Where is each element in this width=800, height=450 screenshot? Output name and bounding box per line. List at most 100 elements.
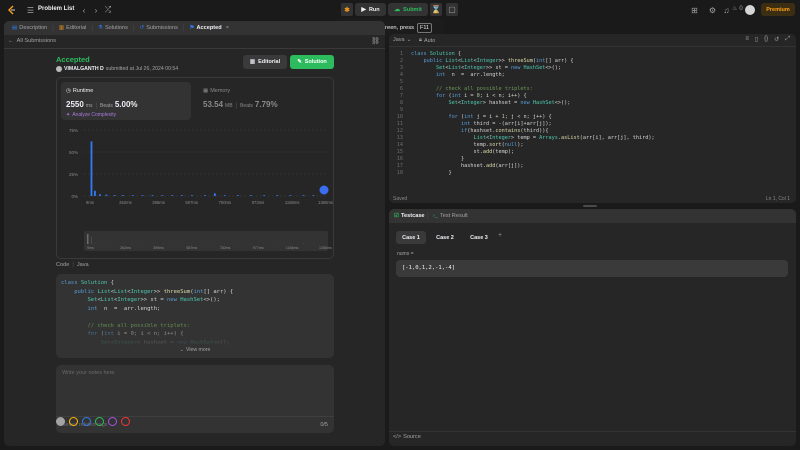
leetcode-logo[interactable] (7, 5, 16, 15)
add-case-button[interactable]: + (498, 232, 502, 239)
tab-test-result[interactable]: ›_ Test Result (433, 213, 468, 219)
tab-solutions[interactable]: ⚗ Solutions (95, 21, 131, 35)
settings-icon[interactable]: ⚙ (708, 5, 717, 15)
code-line[interactable]: 1 class Solution { (389, 51, 796, 58)
format-icon[interactable]: ≡ (745, 36, 749, 43)
tab-editorial[interactable]: ▥ Editorial (56, 21, 90, 35)
code-line[interactable]: 5 (389, 79, 796, 86)
x-tick-label: 1360ms (318, 200, 333, 205)
expand-icon[interactable]: ⤢ (785, 36, 790, 43)
memory-label[interactable]: ▦ Memory (203, 88, 230, 94)
chevron-right-icon[interactable]: › (92, 5, 100, 15)
chevron-left-icon[interactable]: ‹ (80, 5, 88, 15)
bookmark-icon[interactable]: ▯ (755, 36, 758, 43)
tab-testcase[interactable]: ☑ Testcase (394, 213, 425, 219)
mini-bar (122, 243, 124, 244)
code-line[interactable]: 9 (389, 107, 796, 114)
chart-bar (190, 195, 193, 196)
editor-status-right: Ln 1, Col 1 (765, 196, 790, 202)
code-line[interactable]: 3 Set<List<Integer>> st = new HashSet<>(… (389, 65, 796, 72)
color-dot[interactable] (82, 417, 91, 426)
notification-icon[interactable]: ♫ (722, 5, 731, 15)
mini-bar (224, 243, 226, 244)
view-more-button[interactable]: ⌄ View more (56, 347, 334, 353)
tab-description[interactable]: ▤ Description (9, 21, 50, 35)
panel-resize-handle[interactable] (583, 205, 597, 207)
x-tick-label: 9ms (86, 200, 94, 205)
tab-submissions[interactable]: ↺ Submissions (137, 21, 181, 35)
code-line[interactable]: 2 public List<List<Integer>> threeSum(in… (389, 58, 796, 65)
layout-icon[interactable]: ⊞ (690, 5, 699, 15)
play-icon: ▶ (361, 7, 366, 13)
language-select[interactable]: Java ⌄ (393, 37, 411, 43)
param-input[interactable]: [-1,0,1,2,-1,-4] (396, 260, 788, 277)
case-3-tab[interactable]: Case 3 (464, 231, 494, 244)
top-bar: ☰ Problem List ‹ › ⤮ ✱ ▶ Run ☁ Submit ⌛ … (0, 0, 800, 20)
code-editor[interactable]: 1 class Solution {2 public List<List<Inte… (389, 51, 796, 177)
key-badge: F11 (417, 23, 433, 33)
auto-mode[interactable]: 🔒︎ Auto (419, 37, 435, 44)
editorial-button[interactable]: ▥ Editorial (243, 55, 287, 69)
code-line[interactable]: 7 for (int i = 0; i < n; i++) { (389, 93, 796, 100)
submit-button[interactable]: ☁ Submit (388, 3, 428, 16)
color-dot[interactable] (108, 417, 117, 426)
braces-icon[interactable]: {} (764, 36, 768, 43)
color-dot[interactable] (69, 417, 78, 426)
code-line[interactable]: 14 temp.sort(null); (389, 142, 796, 149)
memory-value: 53.54 MB | Beats 7.79% (203, 100, 278, 109)
streak-counter[interactable]: ♨ 0 (732, 5, 743, 13)
runtime-distribution-chart[interactable]: 75% 50% 25% 0% 9ms 252ms 395ms 507ms 700ms 973ms 1… (56, 125, 334, 257)
run-button[interactable]: ▶ Run (355, 3, 386, 16)
line-number: 17 (396, 163, 403, 169)
mini-bar (289, 243, 291, 244)
mini-bar (94, 243, 96, 244)
color-dot[interactable] (95, 417, 104, 426)
code-line[interactable]: 18 } (389, 170, 796, 177)
avatar[interactable] (745, 5, 755, 15)
shuffle-icon[interactable]: ⤮ (104, 5, 112, 15)
notes-textarea[interactable]: Write your notes here (62, 370, 326, 414)
case-2-tab[interactable]: Case 2 (430, 231, 460, 244)
analyze-complexity-link[interactable]: ✦ Analyze Complexity (66, 112, 116, 118)
mini-bar (204, 243, 206, 244)
user-position-marker (319, 185, 329, 195)
notes-icon[interactable]: ▢ (446, 3, 458, 16)
source-button[interactable]: </> Source (393, 434, 421, 440)
link-icon[interactable]: ⛓ (371, 37, 380, 45)
y-tick-label: 50% (69, 150, 78, 155)
username[interactable]: VIMALGANTH D (64, 66, 104, 72)
case-1-tab[interactable]: Case 1 (396, 231, 426, 244)
reset-icon[interactable]: ↺ (774, 36, 779, 43)
snippet-line: public List<List<Integer>> threeSum(int[… (74, 288, 234, 295)
close-icon[interactable]: × (226, 25, 229, 31)
solution-button[interactable]: ✎ Solution (290, 55, 334, 69)
back-to-submissions[interactable]: ← All Submissions (8, 38, 56, 44)
code-line[interactable]: 4 int n = arr.length; (389, 72, 796, 79)
color-dot[interactable] (121, 417, 130, 426)
code-line[interactable]: 8 Set<Integer> hashset = new HashSet<>()… (389, 100, 796, 107)
debug-button[interactable]: ✱ (341, 3, 353, 16)
code-line[interactable]: 12 if(hashset.contains(third)){ (389, 128, 796, 135)
x-tick-label: 252ms (119, 200, 132, 205)
line-text: Set<List<Integer>> st = new HashSet<>(); (436, 65, 561, 71)
premium-button[interactable]: Premium (761, 3, 795, 16)
code-line[interactable]: 13 List<Integer> temp = Arrays.asList(ar… (389, 135, 796, 142)
line-text: public List<List<Integer>> threeSum(int[… (423, 58, 574, 64)
editorial-icon: ▥ (58, 25, 65, 31)
problem-list-title[interactable]: Problem List (38, 6, 74, 12)
color-dot[interactable] (56, 417, 65, 426)
chart-bar (171, 195, 174, 196)
code-line[interactable]: 15 st.add(temp); (389, 149, 796, 156)
accepted-icon: ⚑ (189, 25, 195, 31)
tab-accepted[interactable]: ⚑ Accepted × (186, 21, 231, 35)
code-line[interactable]: 16 } (389, 156, 796, 163)
timer-icon[interactable]: ⌛ (430, 3, 442, 16)
code-line[interactable]: 11 int third = -(arr[i]+arr[j]); (389, 121, 796, 128)
code-line[interactable]: 17 hashset.add(arr[j]); (389, 163, 796, 170)
mini-bar (99, 243, 101, 244)
line-text: List<Integer> temp = Arrays.asList(arr[i… (473, 135, 655, 141)
code-line[interactable]: 10 for (int j = i + 1; j < n; j++) { (389, 114, 796, 121)
mini-bar (114, 243, 116, 244)
list-icon[interactable]: ☰ (26, 5, 35, 15)
code-line[interactable]: 6 // check all possible triplets: (389, 86, 796, 93)
